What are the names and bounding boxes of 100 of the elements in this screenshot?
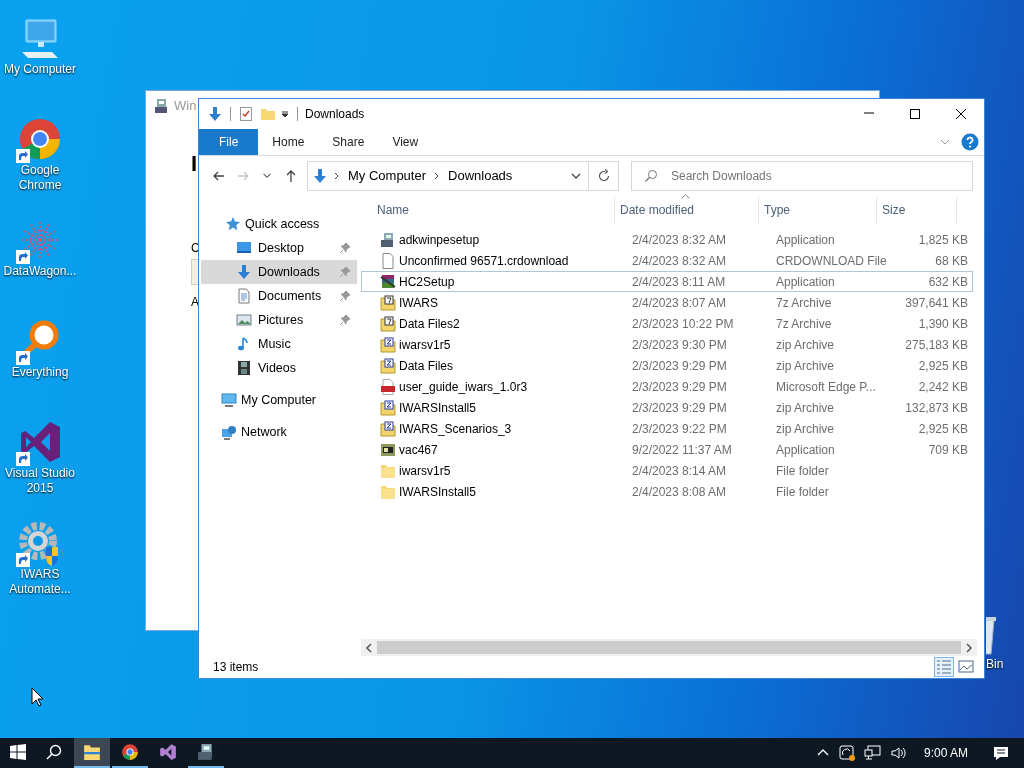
search-field[interactable]: Search Downloads [631, 160, 973, 191]
stacked-books-icon [380, 273, 396, 290]
table-cell-text: 2/3/2023 9:30 PM [632, 336, 728, 354]
ribbon-tab[interactable]: File [199, 129, 259, 155]
table-cell-text: 2/3/2023 9:29 PM [632, 378, 728, 396]
ribbon-tab[interactable]: View [378, 129, 433, 155]
nav-item[interactable]: Quick access [201, 212, 357, 236]
column-header[interactable]: Size [882, 201, 906, 219]
sync-icon[interactable] [837, 744, 856, 762]
file-row[interactable]: adkwinpesetup 2/4/2023 8:32 AM Application 1,825 KB [361, 229, 973, 250]
zip-archive-icon [380, 420, 396, 437]
file-row[interactable]: user_guide_iwars_1.0r3 2/3/2023 9:29 PM Microsoft Edge P... 2,242 KB [361, 376, 973, 397]
nav-item[interactable]: Documents [201, 284, 357, 308]
table-cell-text: 2/4/2023 8:08 AM [632, 483, 728, 501]
film-strip-icon [236, 360, 252, 376]
heading: I [191, 150, 198, 177]
volume-icon[interactable] [889, 744, 908, 762]
window-title: Win [174, 97, 197, 115]
details-view-icon [935, 658, 953, 676]
network-icon [221, 424, 237, 440]
download-arrow-icon [236, 264, 252, 280]
file-name: HC2Setup [399, 273, 455, 291]
installer-icon [380, 231, 396, 248]
file-name: iwarsv1r5 [399, 336, 451, 354]
table-cell-text: 275,183 KB [904, 336, 969, 354]
nav-item[interactable]: My Computer [201, 388, 357, 412]
ribbon-tab[interactable]: Home [258, 129, 319, 155]
installer-icon [154, 97, 170, 114]
nav-item[interactable]: Downloads [201, 260, 357, 284]
nav-item[interactable]: Network [201, 420, 357, 444]
table-cell-text: zip Archive [776, 399, 836, 417]
ribbon-tab[interactable]: Share [318, 129, 379, 155]
nav-item[interactable]: Videos [201, 356, 357, 380]
file-name: Unconfirmed 96571.crdownload [399, 252, 569, 270]
table-cell-text: 2,242 KB [917, 378, 969, 396]
application-icon [380, 441, 396, 458]
table-cell-text: 632 KB [927, 273, 969, 291]
archive-icon [380, 294, 396, 311]
large-icons-view-icon [957, 658, 975, 676]
desktop-icon-label[interactable]: Bin [986, 657, 1004, 672]
view-toggle-button[interactable] [934, 657, 954, 677]
taskbar-app-button[interactable] [74, 738, 110, 768]
checklist-icon[interactable] [238, 106, 254, 122]
file-row[interactable]: IWARS_Scenarios_3 2/3/2023 9:22 PM zip Archive 2,925 KB [361, 418, 973, 439]
nav-item[interactable]: Music [201, 332, 357, 356]
file-name: adkwinpesetup [399, 231, 480, 249]
archive-icon [380, 315, 396, 332]
column-header[interactable]: Type [764, 201, 790, 219]
image-icon [236, 312, 252, 328]
trash-bin-icon[interactable] [986, 614, 996, 656]
breadcrumb-link[interactable]: Downloads [444, 165, 517, 186]
windows-logo-icon [10, 744, 26, 760]
horizontal-scrollbar[interactable] [361, 639, 977, 656]
monitor-icon [221, 392, 237, 408]
table-cell-text: 2,925 KB [917, 420, 969, 438]
table-cell-text: 2/3/2023 9:29 PM [632, 357, 728, 375]
column-header[interactable]: Name [377, 201, 409, 219]
column-header[interactable]: Date modified [620, 201, 695, 219]
file-row[interactable]: Data Files 2/3/2023 9:29 PM zip Archive 2,925 KB [361, 355, 973, 376]
installer-icon [197, 743, 215, 761]
nav-item[interactable]: Pictures [201, 308, 357, 332]
zip-archive-icon [380, 399, 396, 416]
table-cell-text: 7z Archive [776, 315, 833, 333]
refresh-icon [596, 168, 611, 183]
file-name: Data Files2 [399, 315, 460, 333]
file-row[interactable]: iwarsv1r5 2/3/2023 9:30 PM zip Archive 275,183 KB [361, 334, 973, 355]
help-icon[interactable] [961, 133, 979, 151]
address-bar[interactable]: My Computer Downloads [307, 160, 619, 191]
folder-icon [380, 483, 396, 500]
file-name: iwarsv1r5 [399, 462, 451, 480]
table-cell-text: Application [776, 231, 836, 249]
file-name: IWARSInstall5 [399, 399, 476, 417]
text-field[interactable] [191, 258, 198, 285]
file-row[interactable]: iwarsv1r5 2/4/2023 8:14 AM File folder [361, 460, 973, 481]
table-cell-text: 68 KB [934, 252, 969, 270]
table-cell-text: 1,825 KB [917, 231, 969, 249]
table-cell-text: 2/3/2023 9:22 PM [632, 420, 728, 438]
table-cell-text: zip Archive [776, 336, 836, 354]
clock[interactable]: 9:00 AM [923, 744, 968, 762]
file-row[interactable]: Unconfirmed 96571.crdownload 2/4/2023 8:32 AM CRDOWNLOAD File 68 KB [361, 250, 973, 271]
notification-icon[interactable] [992, 744, 1010, 762]
download-arrow-icon[interactable] [207, 106, 223, 122]
file-row[interactable]: Data Files2 2/3/2023 10:22 PM 7z Archive 1,390 KB [361, 313, 973, 334]
window-title: Downloads [305, 106, 365, 123]
file-row[interactable]: IWARSInstall5 2/3/2023 9:29 PM zip Archive 132,873 KB [361, 397, 973, 418]
table-cell-text: 397,641 KB [904, 294, 969, 312]
file-row[interactable]: HC2Setup 2/4/2023 8:11 AM Application 632 KB [361, 271, 973, 292]
breadcrumb-link[interactable]: My Computer [344, 165, 431, 186]
table-cell-text: zip Archive [776, 420, 836, 438]
network-icon[interactable] [863, 744, 882, 762]
file-row[interactable]: IWARS 2/4/2023 8:07 AM 7z Archive 397,641 KB [361, 292, 973, 313]
screen-icon [236, 240, 252, 256]
nav-item[interactable]: Desktop [201, 236, 357, 260]
scroll-thumb[interactable] [377, 641, 961, 654]
table-cell-text: 1,390 KB [917, 315, 969, 333]
table-cell-text: zip Archive [776, 357, 836, 375]
file-row[interactable]: IWARSInstall5 2/4/2023 8:08 AM File folder [361, 481, 973, 502]
file-row[interactable]: vac467 9/2/2022 11:37 AM Application 709 KB [361, 439, 973, 460]
table-cell-text: File folder [776, 462, 830, 480]
table-cell-text: 9/2/2022 11:37 AM [632, 441, 733, 459]
